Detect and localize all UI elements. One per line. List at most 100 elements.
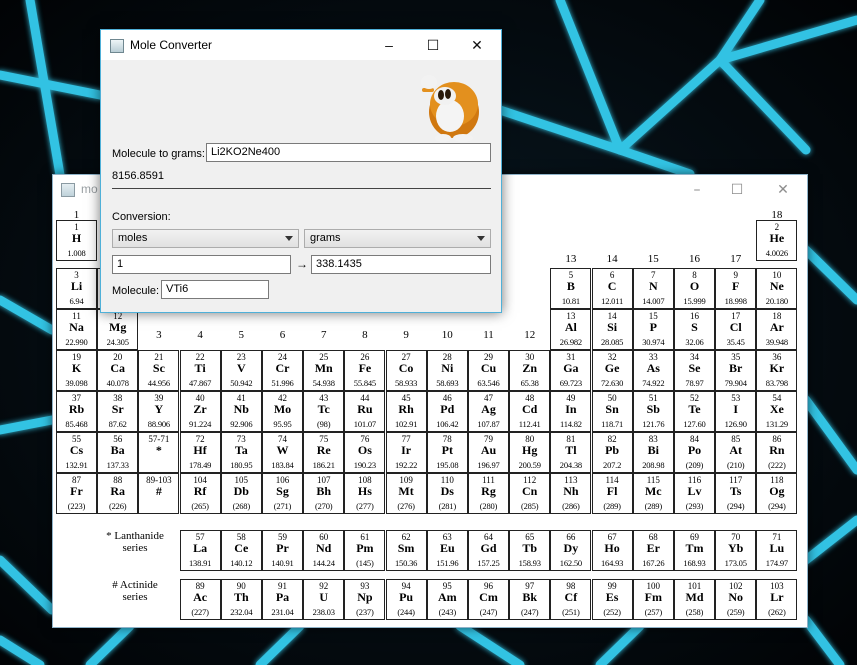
element-cell-Fl[interactable]: 114 Fl (289) — [591, 473, 633, 514]
element-cell-Os[interactable]: 76 Os 190.23 — [344, 432, 386, 473]
element-cell-Dy[interactable]: 66 Dy 162.50 — [550, 530, 592, 571]
element-cell-Po[interactable]: 84 Po (209) — [674, 432, 715, 473]
element-cell-In[interactable]: 49 In 114.82 — [550, 391, 592, 432]
element-cell-Er[interactable]: 68 Er 167.26 — [632, 530, 674, 571]
element-cell-Mo[interactable]: 42 Mo 95.95 — [262, 391, 303, 432]
element-cell-Cl[interactable]: 17 Cl 35.45 — [715, 309, 757, 350]
element-cell-Bk[interactable]: 97 Bk (247) — [509, 579, 551, 620]
element-cell-N[interactable]: 7 N 14.007 — [632, 268, 674, 309]
element-cell-P[interactable]: 15 P 30.974 — [632, 309, 674, 350]
element-cell-Np[interactable]: 93 Np (237) — [344, 579, 386, 620]
element-cell-Tc[interactable]: 43 Tc (98) — [303, 391, 345, 432]
element-cell-C[interactable]: 6 C 12.011 — [591, 268, 633, 309]
element-cell-Rh[interactable]: 45 Rh 102.91 — [385, 391, 427, 432]
element-cell-Ir[interactable]: 77 Ir 192.22 — [385, 432, 427, 473]
element-cell-Fe[interactable]: 26 Fe 55.845 — [344, 350, 386, 391]
element-cell-actinide-ref[interactable]: 89-103 # — [138, 473, 180, 514]
element-cell-Pm[interactable]: 61 Pm (145) — [344, 530, 386, 571]
element-cell-Nb[interactable]: 41 Nb 92.906 — [220, 391, 262, 432]
element-cell-Zr[interactable]: 40 Zr 91.224 — [179, 391, 221, 432]
element-cell-Cm[interactable]: 96 Cm (247) — [468, 579, 509, 620]
element-cell-La[interactable]: 57 La 138.91 — [179, 530, 221, 571]
element-cell-Ca[interactable]: 20 Ca 40.078 — [97, 350, 139, 391]
element-cell-Ne[interactable]: 10 Ne 20.180 — [756, 268, 798, 309]
element-cell-Co[interactable]: 27 Co 58.933 — [385, 350, 427, 391]
element-cell-Cr[interactable]: 24 Cr 51.996 — [262, 350, 303, 391]
element-cell-Na[interactable]: 11 Na 22.990 — [56, 309, 97, 350]
element-cell-Pa[interactable]: 91 Pa 231.04 — [262, 579, 303, 620]
element-cell-Ac[interactable]: 89 Ac (227) — [179, 579, 221, 620]
molecule-to-grams-input[interactable]: Li2KO2Ne400 — [206, 143, 491, 162]
element-cell-Al[interactable]: 13 Al 26.982 — [550, 309, 592, 350]
element-cell-Nh[interactable]: 113 Nh (286) — [550, 473, 592, 514]
element-cell-F[interactable]: 9 F 18.998 — [715, 268, 757, 309]
element-cell-Cs[interactable]: 55 Cs 132.91 — [56, 432, 97, 473]
element-cell-Te[interactable]: 52 Te 127.60 — [674, 391, 715, 432]
element-cell-Br[interactable]: 35 Br 79.904 — [715, 350, 757, 391]
element-cell-Yb[interactable]: 70 Yb 173.05 — [715, 530, 757, 571]
element-cell-Ts[interactable]: 117 Ts (294) — [715, 473, 757, 514]
element-cell-At[interactable]: 85 At (210) — [715, 432, 757, 473]
element-cell-Sm[interactable]: 62 Sm 150.36 — [385, 530, 427, 571]
element-cell-Bi[interactable]: 83 Bi 208.98 — [632, 432, 674, 473]
element-cell-B[interactable]: 5 B 10.81 — [550, 268, 592, 309]
element-cell-Pd[interactable]: 46 Pd 106.42 — [426, 391, 468, 432]
element-cell-Ds[interactable]: 110 Ds (281) — [426, 473, 468, 514]
element-cell-Es[interactable]: 99 Es (252) — [591, 579, 633, 620]
element-cell-Li[interactable]: 3 Li 6.94 — [56, 268, 97, 309]
element-cell-Sc[interactable]: 21 Sc 44.956 — [138, 350, 180, 391]
molecule-input[interactable]: VTi6 — [161, 280, 269, 299]
element-cell-Re[interactable]: 75 Re 186.21 — [303, 432, 345, 473]
maximize-icon[interactable]: ☐ — [411, 30, 455, 60]
element-cell-U[interactable]: 92 U 238.03 — [303, 579, 345, 620]
element-cell-Ga[interactable]: 31 Ga 69.723 — [550, 350, 592, 391]
element-cell-Ag[interactable]: 47 Ag 107.87 — [468, 391, 509, 432]
element-cell-Rf[interactable]: 104 Rf (265) — [179, 473, 221, 514]
minimize-icon[interactable]: – — [367, 30, 411, 60]
to-unit-select[interactable]: grams — [304, 229, 491, 248]
element-cell-Cu[interactable]: 29 Cu 63.546 — [468, 350, 509, 391]
element-cell-Sg[interactable]: 106 Sg (271) — [262, 473, 303, 514]
element-cell-Mc[interactable]: 115 Mc (289) — [632, 473, 674, 514]
element-cell-Ho[interactable]: 67 Ho 164.93 — [591, 530, 633, 571]
element-cell-Pr[interactable]: 59 Pr 140.91 — [262, 530, 303, 571]
element-cell-Hg[interactable]: 80 Hg 200.59 — [509, 432, 551, 473]
element-cell-Rg[interactable]: 111 Rg (280) — [468, 473, 509, 514]
element-cell-Mt[interactable]: 109 Mt (276) — [385, 473, 427, 514]
element-cell-He[interactable]: 2 He 4.0026 — [756, 220, 798, 261]
from-unit-select[interactable]: moles — [112, 229, 299, 248]
element-cell-Lv[interactable]: 116 Lv (293) — [674, 473, 715, 514]
element-cell-Fr[interactable]: 87 Fr (223) — [56, 473, 97, 514]
element-cell-Au[interactable]: 79 Au 196.97 — [468, 432, 509, 473]
close-icon[interactable]: ✕ — [455, 30, 499, 60]
element-cell-Rn[interactable]: 86 Rn (222) — [756, 432, 798, 473]
element-cell-Sb[interactable]: 51 Sb 121.76 — [632, 391, 674, 432]
element-cell-O[interactable]: 8 O 15.999 — [674, 268, 715, 309]
element-cell-Pb[interactable]: 82 Pb 207.2 — [591, 432, 633, 473]
element-cell-Ge[interactable]: 32 Ge 72.630 — [591, 350, 633, 391]
element-cell-Lr[interactable]: 103 Lr (262) — [756, 579, 798, 620]
element-cell-Sr[interactable]: 38 Sr 87.62 — [97, 391, 139, 432]
element-cell-Am[interactable]: 95 Am (243) — [426, 579, 468, 620]
element-cell-Cd[interactable]: 48 Cd 112.41 — [509, 391, 551, 432]
element-cell-No[interactable]: 102 No (259) — [715, 579, 757, 620]
element-cell-Nd[interactable]: 60 Nd 144.24 — [303, 530, 345, 571]
converted-value-field[interactable]: 338.1435 — [311, 255, 491, 274]
element-cell-Ru[interactable]: 44 Ru 101.07 — [344, 391, 386, 432]
element-cell-Ba[interactable]: 56 Ba 137.33 — [97, 432, 139, 473]
element-cell-I[interactable]: 53 I 126.90 — [715, 391, 757, 432]
element-cell-Ti[interactable]: 22 Ti 47.867 — [179, 350, 221, 391]
mole-converter-titlebar[interactable]: Mole Converter – ☐ ✕ — [101, 30, 501, 60]
element-cell-Og[interactable]: 118 Og (294) — [756, 473, 798, 514]
element-cell-As[interactable]: 33 As 74.922 — [632, 350, 674, 391]
element-cell-Zn[interactable]: 30 Zn 65.38 — [509, 350, 551, 391]
element-cell-Cn[interactable]: 112 Cn (285) — [509, 473, 551, 514]
element-cell-Si[interactable]: 14 Si 28.085 — [591, 309, 633, 350]
element-cell-Xe[interactable]: 54 Xe 131.29 — [756, 391, 798, 432]
element-cell-Pu[interactable]: 94 Pu (244) — [385, 579, 427, 620]
element-cell-Ni[interactable]: 28 Ni 58.693 — [426, 350, 468, 391]
element-cell-Db[interactable]: 105 Db (268) — [220, 473, 262, 514]
element-cell-W[interactable]: 74 W 183.84 — [262, 432, 303, 473]
element-cell-Bh[interactable]: 107 Bh (270) — [303, 473, 345, 514]
element-cell-Cf[interactable]: 98 Cf (251) — [550, 579, 592, 620]
